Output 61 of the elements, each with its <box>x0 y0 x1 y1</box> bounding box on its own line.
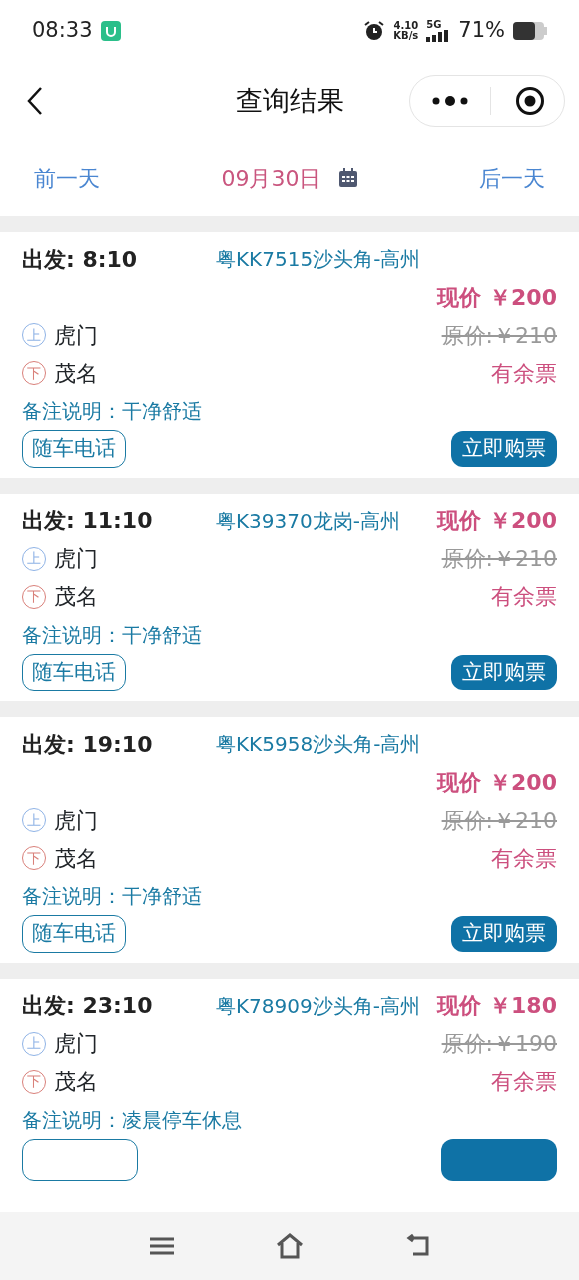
boarding-stop: 虎门 <box>54 321 98 350</box>
buy-ticket-button[interactable]: 立即购票 <box>451 916 557 952</box>
current-price: 现价 ￥200 <box>437 768 557 797</box>
remark-text: 备注说明：干净舒适 <box>22 398 203 425</box>
signal-icon <box>426 30 451 42</box>
battery-text: 71% <box>458 17 505 45</box>
boarding-stop: 虎门 <box>54 545 98 574</box>
buy-ticket-button[interactable]: 立即购票 <box>451 431 557 467</box>
app-notification-icon <box>100 21 121 41</box>
original-price: 原价:￥210 <box>441 806 557 835</box>
home-icon[interactable] <box>274 1232 305 1260</box>
back-icon[interactable] <box>26 86 44 116</box>
route-text: 粤KK7515沙头角-高州 <box>216 246 421 273</box>
boarding-stop: 虎门 <box>54 806 98 835</box>
menu-icon[interactable] <box>148 1236 175 1256</box>
speed-unit-text: KB/s <box>393 31 419 41</box>
phone-button[interactable]: 随车电话 <box>22 653 126 692</box>
phone-button[interactable]: 随车电话 <box>22 915 126 953</box>
original-price: 原价:￥190 <box>441 1030 557 1059</box>
calendar-icon <box>337 168 358 188</box>
remark-text: 备注说明：干净舒适 <box>22 883 203 911</box>
next-day-link[interactable]: 后一天 <box>479 161 545 195</box>
buy-ticket-button[interactable]: 立即购票 <box>451 654 557 691</box>
close-target-icon <box>515 86 545 116</box>
alighting-stop: 茂名 <box>54 359 98 388</box>
departure-time: 出发: 8:10 <box>22 245 139 274</box>
ticket-status: 有余票 <box>491 359 557 388</box>
current-price: 现价 ￥180 <box>437 992 557 1021</box>
alighting-stop: 茂名 <box>54 1068 98 1097</box>
date-picker-text[interactable]: 09月30日 <box>221 161 322 195</box>
buy-ticket-button[interactable] <box>441 1138 557 1181</box>
phone-button[interactable] <box>22 1138 138 1181</box>
capsule-menu[interactable] <box>409 75 565 127</box>
ticket-status: 有余票 <box>491 583 557 612</box>
ticket-status: 有余票 <box>491 1068 557 1097</box>
departure-time: 出发: 19:10 <box>22 730 154 759</box>
phone-button[interactable]: 随车电话 <box>22 430 126 468</box>
current-price: 现价 ￥200 <box>437 507 557 536</box>
more-icon <box>430 95 470 107</box>
network-text: 5G <box>426 20 443 30</box>
speed-text: 4.10 <box>393 21 419 31</box>
route-text: 粤K78909沙头角-高州 <box>216 992 420 1020</box>
remark-text: 备注说明：凌晨停车休息 <box>22 1106 243 1134</box>
route-text: 粤K39370龙岗-高州 <box>216 507 400 535</box>
departure-time: 出发: 11:10 <box>22 507 154 536</box>
alarm-icon <box>363 20 386 42</box>
original-price: 原价:￥210 <box>441 545 557 574</box>
prev-day-link[interactable]: 前一天 <box>34 161 100 195</box>
page-title: 查询结果 <box>235 83 344 118</box>
alighting-stop: 茂名 <box>54 844 98 873</box>
clock-text: 08:33 <box>32 17 93 45</box>
boarding-stop: 虎门 <box>54 1030 98 1059</box>
alighting-stop: 茂名 <box>54 583 98 612</box>
original-price: 原价:￥210 <box>441 321 557 350</box>
remark-text: 备注说明：干净舒适 <box>22 621 203 649</box>
back-nav-icon[interactable] <box>404 1234 431 1258</box>
route-text: 粤KK5958沙头角-高州 <box>216 731 421 759</box>
battery-icon <box>513 22 547 40</box>
ticket-status: 有余票 <box>491 844 557 873</box>
current-price: 现价 ￥200 <box>437 283 557 312</box>
departure-time: 出发: 23:10 <box>22 992 154 1021</box>
